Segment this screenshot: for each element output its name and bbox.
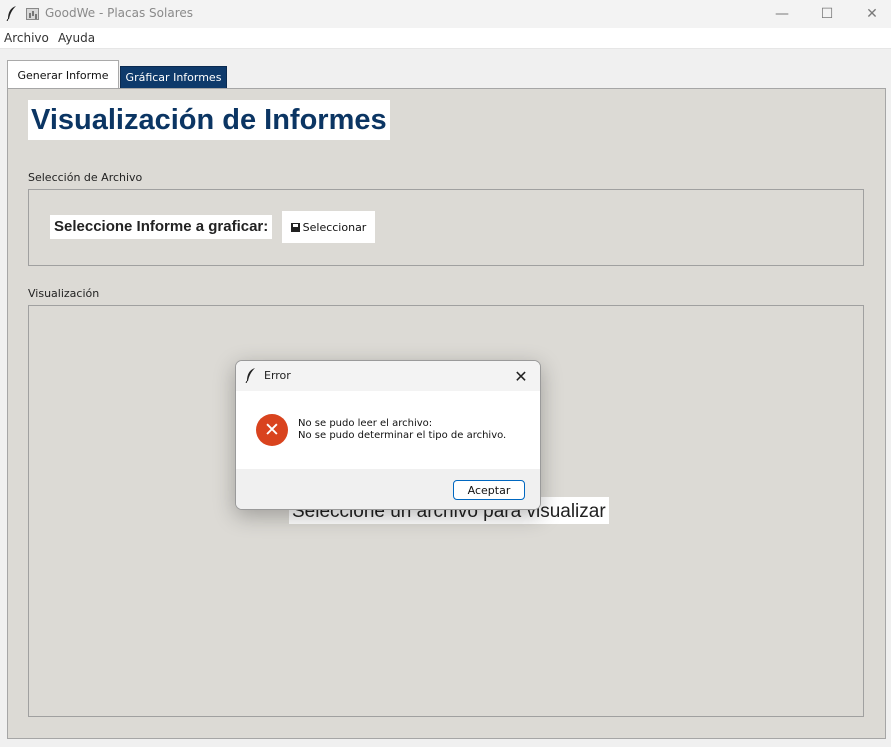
- dialog-footer: Aceptar: [236, 469, 540, 509]
- accept-button[interactable]: Aceptar: [453, 480, 525, 500]
- tab-graficar-informes[interactable]: Gráficar Informes: [120, 66, 227, 89]
- file-section-label: Selección de Archivo: [28, 171, 143, 184]
- close-window-button[interactable]: ✕: [849, 0, 891, 28]
- minimize-button[interactable]: —: [759, 0, 805, 28]
- error-message-line-2: No se pudo determinar el tipo de archivo…: [298, 430, 507, 441]
- page-title: Visualización de Informes: [28, 100, 390, 140]
- visual-section-label: Visualización: [28, 287, 100, 300]
- error-circle-icon: ✕: [256, 414, 288, 446]
- menu-archivo[interactable]: Archivo: [4, 31, 49, 45]
- maximize-button[interactable]: ☐: [804, 0, 850, 28]
- dialog-body: ✕ No se pudo leer el archivo: No se pudo…: [236, 391, 540, 469]
- dialog-title: Error: [264, 369, 291, 382]
- floppy-icon: [290, 222, 300, 232]
- feather-icon: [6, 6, 16, 21]
- menu-ayuda[interactable]: Ayuda: [58, 31, 95, 45]
- dialog-close-button[interactable]: ✕: [510, 365, 532, 387]
- select-report-label: Seleccione Informe a graficar:: [50, 215, 273, 239]
- chart-icon: [26, 8, 39, 20]
- title-bar: GoodWe - Placas Solares — ☐ ✕: [0, 0, 891, 28]
- feather-icon: [245, 368, 255, 383]
- window-title: GoodWe - Placas Solares: [45, 6, 193, 20]
- error-message-line-1: No se pudo leer el archivo:: [298, 418, 433, 429]
- error-dialog: Error ✕ ✕ No se pudo leer el archivo: No…: [235, 360, 541, 510]
- select-file-button-label: Seleccionar: [302, 220, 367, 234]
- tab-generar-informe[interactable]: Generar Informe: [7, 60, 119, 89]
- dialog-title-bar: Error ✕: [236, 361, 540, 391]
- select-file-button[interactable]: Seleccionar: [282, 211, 375, 243]
- error-message: No se pudo leer el archivo: No se pudo d…: [298, 418, 506, 442]
- menu-bar: Archivo Ayuda: [0, 28, 891, 49]
